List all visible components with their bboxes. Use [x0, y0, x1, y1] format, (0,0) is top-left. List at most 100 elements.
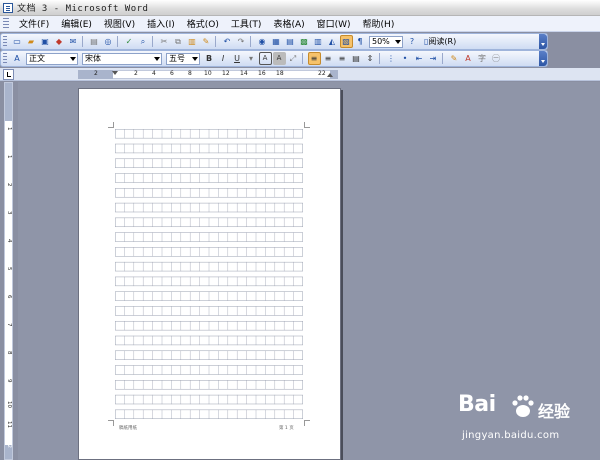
title-bar: 文档 3 - Microsoft Word: [0, 0, 600, 16]
italic-button[interactable]: I: [217, 52, 230, 65]
word-app-icon[interactable]: [3, 2, 13, 13]
paste-icon[interactable]: ▥: [186, 35, 199, 48]
ruler-number: 22: [318, 70, 326, 77]
bold-button[interactable]: B: [203, 52, 216, 65]
email-icon[interactable]: ✉: [67, 35, 80, 48]
vruler-number: 10: [6, 401, 12, 408]
separator: [117, 36, 120, 47]
vruler-number: 2: [6, 183, 12, 187]
menu-format[interactable]: 格式(O): [181, 17, 225, 30]
redo-icon[interactable]: ↷: [235, 35, 248, 48]
right-indent-marker[interactable]: [327, 73, 333, 77]
show-hide-icon[interactable]: ¶: [354, 35, 367, 48]
align-justify-icon[interactable]: ≡: [307, 52, 321, 65]
crop-mark: [108, 122, 114, 128]
font-value: 宋体: [85, 54, 101, 63]
new-icon[interactable]: ▭: [11, 35, 24, 48]
align-right-icon[interactable]: ≡: [336, 52, 349, 65]
zoom-value: 50%: [372, 37, 390, 46]
ruler-number: 18: [276, 70, 284, 77]
document-page[interactable]: 稿纸用纸 第 1 页: [78, 88, 341, 460]
columns-icon[interactable]: ▥: [312, 35, 325, 48]
toolbar-options-button[interactable]: [539, 51, 547, 66]
crop-mark: [108, 420, 114, 426]
menu-help[interactable]: 帮助(H): [357, 17, 401, 30]
tab-selector-icon[interactable]: [3, 69, 14, 80]
font-size-select[interactable]: 五号: [166, 52, 200, 65]
distributed-align-icon[interactable]: ▤: [350, 52, 363, 65]
separator: [152, 36, 155, 47]
hyperlink-icon[interactable]: ◉: [256, 35, 269, 48]
highlight-icon[interactable]: ✎: [448, 52, 461, 65]
horizontal-ruler[interactable]: 2 2 4 6 8 10 12 14 16 18 22: [0, 68, 600, 81]
vruler-number: 6: [6, 295, 12, 299]
chevron-down-icon: [192, 56, 198, 61]
menu-edit[interactable]: 编辑(E): [55, 17, 98, 30]
separator: [442, 53, 445, 64]
ruler-number: 12: [222, 70, 230, 77]
tables-borders-icon[interactable]: ▦: [270, 35, 283, 48]
first-line-indent-marker[interactable]: [112, 71, 118, 75]
styles-pane-icon[interactable]: A: [11, 52, 24, 65]
phonetic-guide-icon[interactable]: 字: [476, 52, 489, 65]
menu-tools[interactable]: 工具(T): [225, 17, 268, 30]
numbering-icon[interactable]: ⋮: [385, 52, 398, 65]
underline-button[interactable]: U: [231, 52, 244, 65]
watermark-brand: Bai: [458, 392, 496, 417]
help-icon[interactable]: ?: [406, 35, 419, 48]
separator: [379, 53, 382, 64]
menu-grip-icon[interactable]: [3, 17, 9, 30]
page-footer-right: 第 1 页: [279, 426, 294, 431]
toolbar-grip-icon[interactable]: [3, 53, 7, 64]
decrease-indent-icon[interactable]: ⇤: [413, 52, 426, 65]
toolbar-options-button[interactable]: [539, 34, 547, 49]
chevron-down-icon: [395, 39, 401, 44]
font-select[interactable]: 宋体: [82, 52, 162, 65]
cut-icon[interactable]: ✂: [158, 35, 171, 48]
ruler-top-margin[interactable]: [5, 83, 12, 121]
style-select[interactable]: 正文: [26, 52, 78, 65]
permission-icon[interactable]: ◆: [53, 35, 66, 48]
align-center-icon[interactable]: ≡: [322, 52, 335, 65]
menu-table[interactable]: 表格(A): [267, 17, 310, 30]
ruler-number: 16: [258, 70, 266, 77]
spelling-icon[interactable]: ✓: [123, 35, 136, 48]
menu-file[interactable]: 文件(F): [13, 17, 55, 30]
separator: [250, 36, 253, 47]
insert-excel-icon[interactable]: ▩: [298, 35, 311, 48]
menu-view[interactable]: 视图(V): [98, 17, 141, 30]
zoom-select[interactable]: 50%: [369, 35, 403, 48]
toolbar-grip-icon[interactable]: [3, 36, 7, 47]
separator: [302, 53, 305, 64]
menu-window[interactable]: 窗口(W): [311, 17, 357, 30]
open-icon[interactable]: ▰: [25, 35, 38, 48]
line-spacing-icon[interactable]: ⇕: [364, 52, 377, 65]
format-painter-icon[interactable]: ✎: [200, 35, 213, 48]
enclose-char-icon[interactable]: ㊀: [490, 52, 503, 65]
copy-icon[interactable]: ⧉: [172, 35, 185, 48]
insert-table-icon[interactable]: ▤: [284, 35, 297, 48]
menu-bar: 文件(F) 编辑(E) 视图(V) 插入(I) 格式(O) 工具(T) 表格(A…: [0, 16, 600, 32]
print-preview-icon[interactable]: ◎: [102, 35, 115, 48]
read-mode-button[interactable]: ▯ 阅读(R): [421, 35, 459, 48]
drawing-icon[interactable]: ◭: [326, 35, 339, 48]
char-border-button[interactable]: A: [258, 52, 272, 65]
print-icon[interactable]: ▤: [88, 35, 101, 48]
watermark-jingyan: 经验: [538, 402, 571, 421]
char-shading-button[interactable]: A: [272, 52, 286, 65]
char-scale-icon[interactable]: ⤢: [287, 52, 300, 65]
save-icon[interactable]: ▣: [39, 35, 52, 48]
ruler-number: 8: [188, 70, 192, 77]
chevron-down-icon[interactable]: ▾: [245, 52, 258, 65]
crop-mark: [304, 122, 310, 128]
menu-insert[interactable]: 插入(I): [141, 17, 181, 30]
undo-icon[interactable]: ↶: [221, 35, 234, 48]
bullets-icon[interactable]: •: [399, 52, 412, 65]
font-color-icon[interactable]: A: [462, 52, 475, 65]
increase-indent-icon[interactable]: ⇥: [427, 52, 440, 65]
research-icon[interactable]: ⌕: [137, 35, 150, 48]
document-map-icon[interactable]: ▧: [339, 35, 353, 48]
vruler-number: 22: [6, 441, 12, 448]
chevron-down-icon: [154, 56, 160, 61]
vertical-ruler[interactable]: 1 1 2 3 4 5 6 7 8 9 10 11 22: [4, 82, 13, 460]
